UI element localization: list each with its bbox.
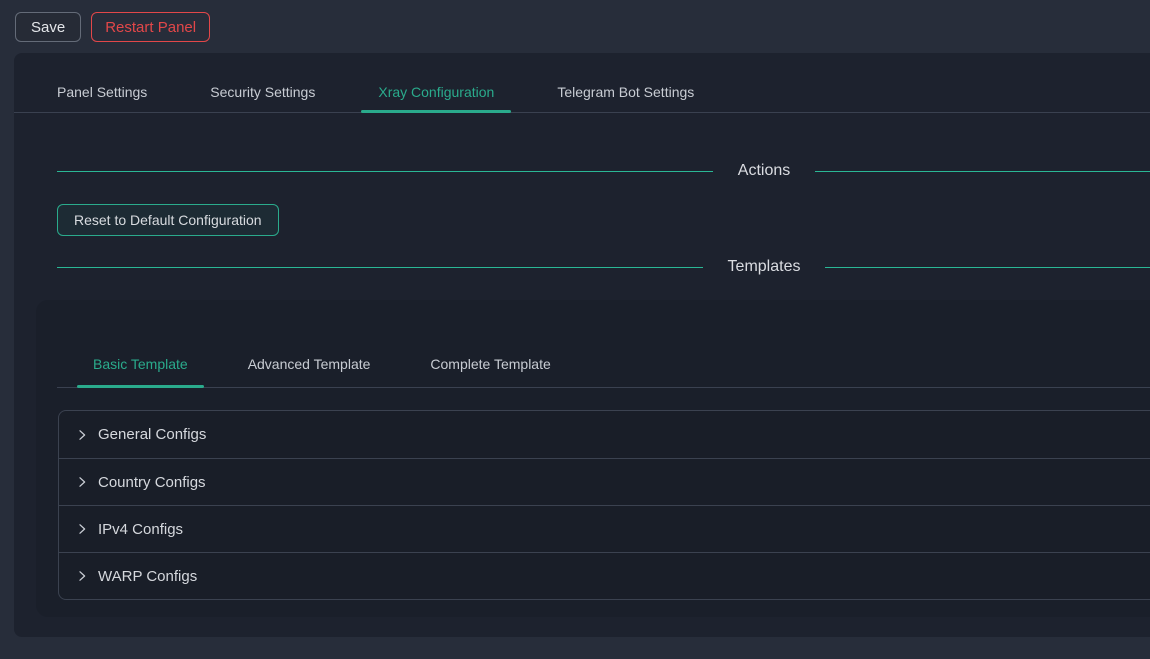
tab-basic-template[interactable]: Basic Template	[77, 354, 204, 387]
xray-configuration-panel: Actions Reset to Default Configuration T…	[14, 155, 1150, 617]
chevron-right-icon[interactable]	[76, 523, 88, 535]
topbar: Save Restart Panel	[0, 0, 1150, 53]
collapse-item-label: Country Configs	[98, 474, 206, 491]
tab-security-settings[interactable]: Security Settings	[193, 82, 332, 112]
collapse-item-ipv4-configs[interactable]: IPv4 Configs	[59, 505, 1150, 552]
tab-xray-configuration[interactable]: Xray Configuration	[361, 82, 511, 112]
collapse-item-label: IPv4 Configs	[98, 521, 183, 538]
config-collapse-group: General Configs Country Configs IPv4 Con…	[58, 410, 1150, 600]
collapse-item-general-configs[interactable]: General Configs	[59, 411, 1150, 458]
save-button[interactable]: Save	[15, 12, 81, 42]
actions-divider-label: Actions	[713, 162, 815, 180]
divider-line	[57, 267, 703, 268]
tab-telegram-bot-settings[interactable]: Telegram Bot Settings	[540, 82, 711, 112]
chevron-right-icon[interactable]	[76, 476, 88, 488]
collapse-item-label: WARP Configs	[98, 568, 197, 585]
templates-divider: Templates	[57, 251, 1150, 283]
templates-divider-label: Templates	[703, 258, 826, 276]
template-tab-bar: Basic Template Advanced Template Complet…	[57, 300, 1150, 388]
restart-panel-button[interactable]: Restart Panel	[91, 12, 210, 42]
tab-advanced-template[interactable]: Advanced Template	[232, 354, 387, 387]
settings-tab-bar: Panel Settings Security Settings Xray Co…	[14, 53, 1150, 113]
divider-line	[825, 267, 1150, 268]
chevron-right-icon[interactable]	[76, 570, 88, 582]
collapse-item-label: General Configs	[98, 426, 206, 443]
collapse-item-country-configs[interactable]: Country Configs	[59, 458, 1150, 505]
divider-line	[815, 171, 1150, 172]
tab-panel-settings[interactable]: Panel Settings	[40, 82, 164, 112]
chevron-right-icon[interactable]	[76, 429, 88, 441]
templates-card: Basic Template Advanced Template Complet…	[36, 300, 1150, 617]
reset-to-default-button[interactable]: Reset to Default Configuration	[57, 204, 279, 236]
divider-line	[57, 171, 713, 172]
tab-complete-template[interactable]: Complete Template	[414, 354, 566, 387]
collapse-item-warp-configs[interactable]: WARP Configs	[59, 552, 1150, 599]
actions-divider: Actions	[57, 155, 1150, 187]
settings-card: Panel Settings Security Settings Xray Co…	[14, 53, 1150, 637]
